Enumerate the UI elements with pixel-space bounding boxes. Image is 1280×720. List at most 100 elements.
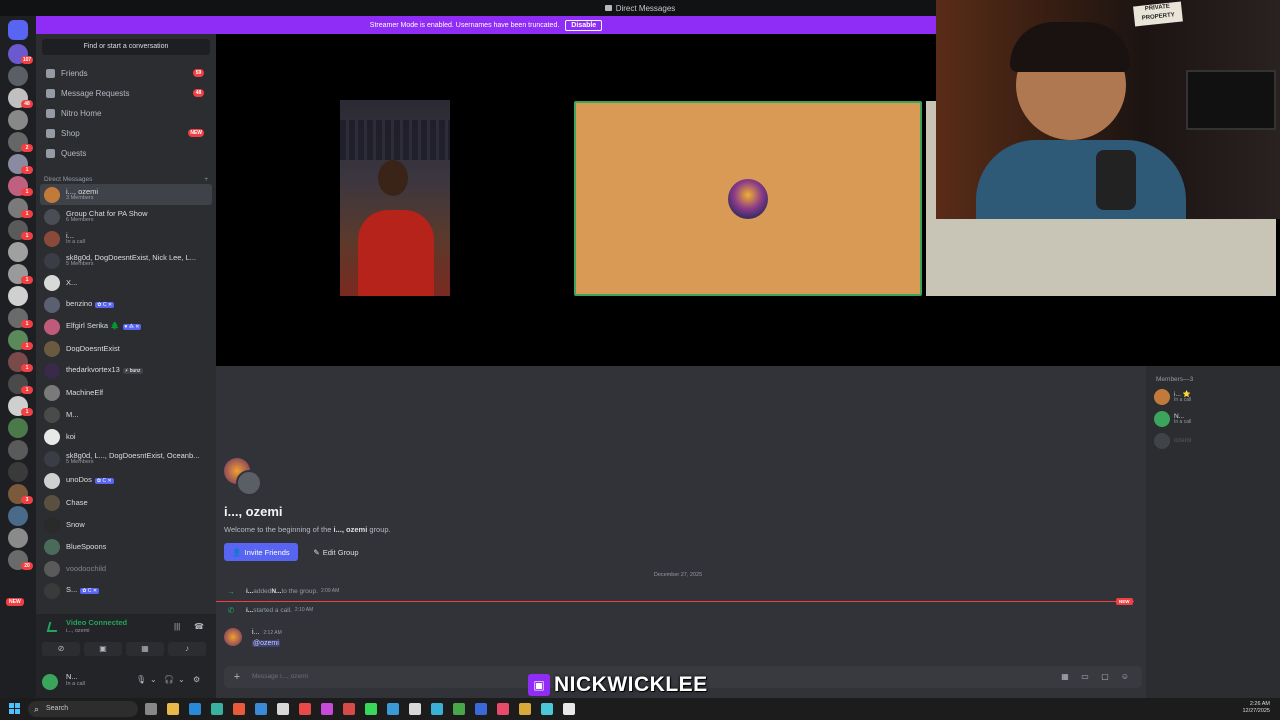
obs-icon[interactable] [321,703,333,715]
dm-list-item[interactable]: Chase [40,492,212,513]
dm-list-item[interactable]: Snow [40,514,212,535]
task-view-icon[interactable] [145,703,157,715]
server-icon[interactable] [8,242,28,262]
find-conversation-button[interactable]: Find or start a conversation [42,39,210,55]
signal-icon[interactable] [46,622,60,632]
avatar [44,296,60,313]
nav-item-shop[interactable]: Shop NEW [40,124,212,142]
discord-home-icon[interactable] [8,20,28,40]
server-icon[interactable] [8,418,28,438]
dm-list-item[interactable]: sk8g0d, DogDoesntExist, Nick Lee, L... 5 … [40,250,212,271]
dm-list-item[interactable]: thedarkvortex13 ⚡ bunz [40,360,212,381]
photoshop-icon[interactable] [431,703,443,715]
server-icon[interactable] [8,66,28,86]
nav-item-friends[interactable]: Friends 59 [40,64,212,82]
group-welcome-text: Welcome to the beginning of the i..., oz… [224,525,391,534]
dm-list-item[interactable]: X... [40,272,212,293]
server-icon[interactable] [8,110,28,130]
app-icon[interactable] [541,703,553,715]
create-dm-icon[interactable]: + [204,176,208,183]
activities-button[interactable]: ▦ [126,642,164,656]
nav-item-nitro-home[interactable]: Nitro Home [40,104,212,122]
dm-list-item[interactable]: Group Chat for PA Show 6 Members [40,206,212,227]
message-author-avatar[interactable] [224,628,242,646]
noise-suppression-icon[interactable]: ||| [174,622,180,631]
nav-item-message-requests[interactable]: Message Requests 48 [40,84,212,102]
media-player-icon[interactable] [563,703,575,715]
taskbar-clock[interactable]: 2:26 AM 12/27/2025 [1242,701,1270,715]
event-actor[interactable]: i... [246,607,253,614]
camera-off-button[interactable]: ⊘ [42,642,80,656]
word-icon[interactable] [475,703,487,715]
screen-share-button[interactable]: ▣ [84,642,122,656]
member-list-item[interactable]: N... In a call [1154,410,1274,428]
edit-group-button[interactable]: ✎ Edit Group [306,543,366,561]
dm-list-item[interactable]: unoDos ✿ C ✕ [40,470,212,491]
app-icon[interactable] [497,703,509,715]
taskbar-search[interactable]: Search [28,701,138,717]
chevron-down-icon[interactable]: ⌄ [150,675,157,684]
message-author[interactable]: i... [252,629,259,636]
terminal-icon[interactable] [409,703,421,715]
nav-item-label: Message Requests [61,88,130,98]
clan-tag-badge: ⚡ bunz [122,368,143,375]
settings-gear-icon[interactable]: ⚙ [193,675,200,684]
discord-icon[interactable] [387,703,399,715]
spotify-icon[interactable] [365,703,377,715]
disconnect-icon[interactable]: ☎ [194,622,204,631]
dm-list-item[interactable]: MachineElf [40,382,212,403]
disable-streamer-mode-button[interactable]: Disable [565,19,603,31]
server-icon[interactable] [8,506,28,526]
member-list-item[interactable]: i... ⭐ In a call [1154,388,1274,406]
server-icon[interactable] [8,286,28,306]
user-mention[interactable]: @ozemi [252,640,280,647]
app-icon[interactable] [519,703,531,715]
emoji-icon[interactable]: ☺ [1120,672,1130,682]
message-input[interactable]: Message i..., ozemi [252,673,308,680]
server-icon[interactable] [8,462,28,482]
vscode-icon[interactable] [255,703,267,715]
headphones-icon[interactable]: 🎧 [164,675,174,684]
chrome-icon[interactable] [233,703,245,715]
chevron-down-icon[interactable]: ⌄ [178,675,185,684]
xbox-icon[interactable] [453,703,465,715]
member-list-item[interactable]: ozemi [1154,432,1274,450]
windows-start-icon[interactable] [9,703,21,715]
chrome-icon[interactable] [299,703,311,715]
dm-list-item[interactable]: BlueSpoons [40,536,212,557]
dm-list-item[interactable]: Elfgirl Serika 🌲 ♥ ⁂ ✕ [40,316,212,337]
server-icon[interactable] [8,440,28,460]
event-target[interactable]: N... [271,588,281,595]
add-attachment-icon[interactable]: + [230,670,244,684]
user-avatar[interactable] [42,674,58,690]
invite-friends-button[interactable]: 👤 Invite Friends [224,543,298,561]
store-icon[interactable] [211,703,223,715]
dm-list-item[interactable]: i... In a call [40,228,212,249]
steam-icon[interactable] [277,703,289,715]
dm-list-item[interactable]: M... [40,404,212,425]
file-explorer-icon[interactable] [167,703,179,715]
gift-icon[interactable]: ▦ [1060,672,1070,682]
dm-list-item[interactable]: i..., ozemi 3 Members [40,184,212,205]
edge-icon[interactable] [189,703,201,715]
soundboard-button[interactable]: ♪ [168,642,206,656]
twitch-logo-icon: ▣ [528,674,550,696]
voice-channel-name[interactable]: i..., ozemi [66,628,90,634]
dm-list-item[interactable]: sk8g0d, L..., DogDoesntExist, Oceanb... 5… [40,448,212,469]
event-actor[interactable]: i... [246,588,253,595]
user-status: In a call [66,681,85,687]
dm-list-item[interactable]: benzino ✿ C ✕ [40,294,212,315]
sticker-icon[interactable]: ▢ [1100,672,1110,682]
microphone-icon[interactable]: 🎙 [136,675,146,684]
participant-video-tile[interactable] [340,100,450,296]
chrome-icon[interactable] [343,703,355,715]
dm-list-item[interactable]: DogDoesntExist [40,338,212,359]
dm-list-item[interactable]: koi [40,426,212,447]
server-icon[interactable] [8,528,28,548]
dm-list-item[interactable]: S... ✿ C ✕ [40,580,212,601]
dm-list-item[interactable]: voodoochild [40,558,212,579]
clock-time: 2:26 AM [1249,701,1270,707]
participant-avatar-tile[interactable] [574,101,922,296]
gif-icon[interactable]: ▭ [1080,672,1090,682]
nav-item-quests[interactable]: Quests [40,144,212,162]
